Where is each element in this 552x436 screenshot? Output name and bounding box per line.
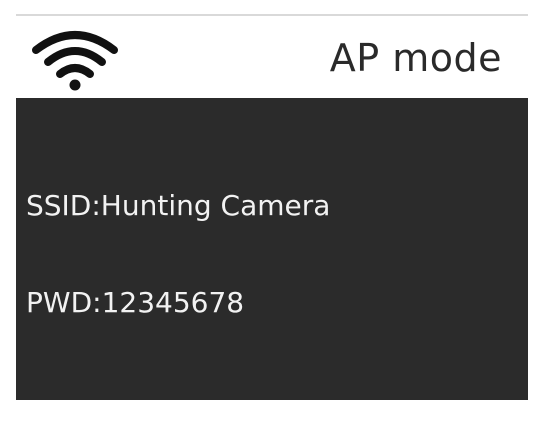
mode-title: AP mode xyxy=(329,36,502,80)
ssid-label: SSID:Hunting Camera xyxy=(26,189,331,222)
wifi-icon xyxy=(32,31,118,91)
camera-display: AP mode SSID:Hunting Camera PWD:12345678 xyxy=(16,14,528,400)
password-label: PWD:12345678 xyxy=(26,286,245,319)
status-header: AP mode xyxy=(16,14,528,98)
